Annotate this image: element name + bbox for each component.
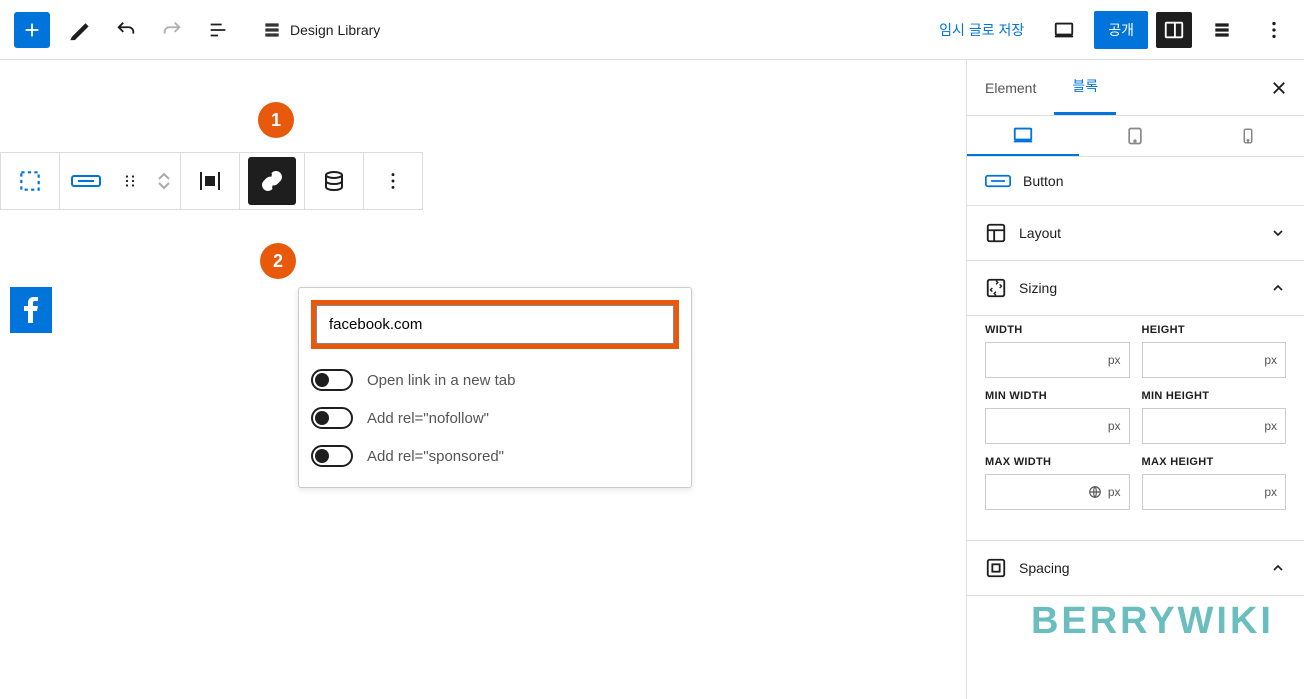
publish-button[interactable]: 공개 <box>1094 11 1148 49</box>
block-type-button-icon[interactable] <box>60 153 112 209</box>
toggle-sponsored[interactable] <box>311 445 353 467</box>
main-area: Open link in a new tab Add rel="nofollow… <box>0 60 1304 699</box>
block-name-label: Button <box>1023 173 1063 189</box>
facebook-button-block[interactable] <box>10 287 52 333</box>
toggle-nofollow[interactable] <box>311 407 353 429</box>
chevron-down-icon <box>1270 225 1286 241</box>
sizing-panel-header[interactable]: Sizing <box>967 261 1304 316</box>
height-input[interactable] <box>1151 353 1259 368</box>
sizing-icon <box>985 277 1007 299</box>
add-block-button[interactable] <box>14 12 50 48</box>
stackable-icon-button[interactable] <box>1200 8 1244 52</box>
tab-block[interactable]: 블록 <box>1054 60 1116 115</box>
max-width-unit[interactable]: px <box>1102 485 1121 499</box>
more-options-button[interactable] <box>1252 8 1296 52</box>
max-height-input[interactable] <box>1151 485 1259 500</box>
link-button[interactable] <box>248 157 296 205</box>
device-tabs <box>967 116 1304 157</box>
layout-icon <box>985 222 1007 244</box>
save-draft-link[interactable]: 임시 글로 저장 <box>929 14 1034 46</box>
topbar-left: Design Library <box>8 8 380 52</box>
url-input[interactable] <box>316 305 674 344</box>
block-name-row: Button <box>967 157 1304 206</box>
toggle-new-tab-label: Open link in a new tab <box>367 372 515 389</box>
full-width-button[interactable] <box>181 153 239 209</box>
spacing-icon <box>985 557 1007 579</box>
device-tablet-tab[interactable] <box>1079 116 1191 156</box>
sidebar-toggle-button[interactable] <box>1156 12 1192 48</box>
move-updown-button[interactable] <box>148 153 180 209</box>
topbar-right: 임시 글로 저장 공개 <box>929 8 1296 52</box>
annotation-1: 1 <box>258 102 294 138</box>
edit-tool-button[interactable] <box>58 8 102 52</box>
height-label: HEIGHT <box>1142 324 1287 336</box>
redo-button[interactable] <box>150 8 194 52</box>
max-width-label: MAX WIDTH <box>985 456 1130 468</box>
layout-panel-header[interactable]: Layout <box>967 206 1304 261</box>
toggle-sponsored-label: Add rel="sponsored" <box>367 448 504 465</box>
sidebar-tabs: Element 블록 <box>967 60 1304 116</box>
settings-sidebar: Element 블록 Button Layout <box>966 60 1304 699</box>
dynamic-content-button[interactable] <box>305 153 363 209</box>
design-library-label: Design Library <box>290 22 380 38</box>
width-unit[interactable]: px <box>1102 353 1121 367</box>
link-popover: Open link in a new tab Add rel="nofollow… <box>298 287 692 488</box>
layout-label: Layout <box>1019 225 1061 241</box>
url-input-highlight <box>311 300 679 349</box>
min-width-label: MIN WIDTH <box>985 390 1130 402</box>
sizing-panel-body: WIDTH px HEIGHT px MIN WIDTH px MIN HEIG… <box>967 316 1304 541</box>
document-outline-button[interactable] <box>196 8 240 52</box>
spacing-panel-header[interactable]: Spacing <box>967 541 1304 596</box>
button-block-icon <box>985 173 1011 189</box>
min-height-label: MIN HEIGHT <box>1142 390 1287 402</box>
drag-handle-icon[interactable] <box>112 153 148 209</box>
min-height-input[interactable] <box>1151 419 1259 434</box>
toggle-new-tab[interactable] <box>311 369 353 391</box>
tab-element[interactable]: Element <box>967 60 1054 115</box>
width-input[interactable] <box>994 353 1102 368</box>
top-toolbar: Design Library 임시 글로 저장 공개 <box>0 0 1304 60</box>
toggle-nofollow-label: Add rel="nofollow" <box>367 410 489 427</box>
min-width-input[interactable] <box>994 419 1102 434</box>
width-label: WIDTH <box>985 324 1130 336</box>
sidebar-close-button[interactable] <box>1254 60 1304 115</box>
editor-canvas[interactable]: Open link in a new tab Add rel="nofollow… <box>0 60 966 699</box>
design-library-icon <box>262 20 282 40</box>
min-height-unit[interactable]: px <box>1258 419 1277 433</box>
chevron-up-icon <box>1270 560 1286 576</box>
block-toolbar <box>0 152 423 210</box>
spacing-label: Spacing <box>1019 560 1070 576</box>
annotation-2: 2 <box>260 243 296 279</box>
device-desktop-tab[interactable] <box>967 116 1079 156</box>
select-parent-icon[interactable] <box>1 153 59 209</box>
height-unit[interactable]: px <box>1258 353 1277 367</box>
design-library-link[interactable]: Design Library <box>262 20 380 40</box>
max-height-label: MAX HEIGHT <box>1142 456 1287 468</box>
max-width-input[interactable] <box>994 485 1088 500</box>
device-mobile-tab[interactable] <box>1192 116 1304 156</box>
chevron-up-icon <box>1270 280 1286 296</box>
sizing-label: Sizing <box>1019 280 1057 296</box>
preview-device-button[interactable] <box>1042 8 1086 52</box>
block-more-button[interactable] <box>364 153 422 209</box>
max-height-unit[interactable]: px <box>1258 485 1277 499</box>
min-width-unit[interactable]: px <box>1102 419 1121 433</box>
facebook-icon <box>24 297 38 323</box>
undo-button[interactable] <box>104 8 148 52</box>
globe-icon <box>1088 485 1102 499</box>
